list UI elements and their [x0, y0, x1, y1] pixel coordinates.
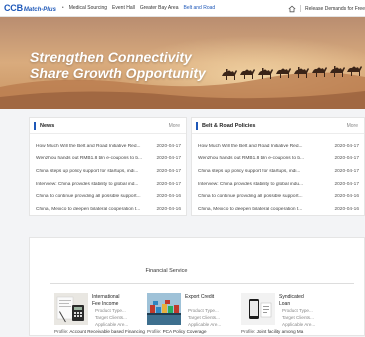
service-profile: Profile: Account Receivable based Financ…: [54, 329, 146, 335]
news-list: How Much Will the Belt and Road Initiati…: [30, 134, 186, 216]
financial-service-title: Financial Service: [145, 268, 188, 274]
policy-item-date: 2020-04-17: [334, 181, 359, 187]
profile-label: Profile:: [241, 329, 256, 334]
profile-text: PCA Policy Coverage: [162, 329, 207, 334]
news-title: News: [40, 122, 55, 129]
news-item-title: China, Mexico to deepen bilateral cooper…: [36, 206, 141, 212]
home-icon[interactable]: [288, 5, 296, 13]
top-navigation-bar: CCB Match-Plus • Medical Sourcing Event …: [0, 0, 365, 17]
news-item-date: 2020-04-17: [156, 143, 181, 149]
service-name: Export Credit: [185, 294, 215, 300]
policies-title: Belt & Road Policies: [202, 122, 256, 129]
list-item[interactable]: How Much Will the Belt and Road Initiati…: [192, 140, 364, 153]
list-item[interactable]: How Much Will the Belt and Road Initiati…: [30, 140, 186, 153]
news-item-title: How Much Will the Belt and Road Initiati…: [36, 143, 141, 149]
policy-item-date: 2020-04-17: [334, 156, 359, 162]
news-panel: News More How Much Will the Belt and Roa…: [29, 117, 187, 216]
nav-medical-sourcing[interactable]: Medical Sourcing: [69, 5, 107, 11]
main-nav: • Medical Sourcing Event Hall Greater Ba…: [62, 5, 215, 11]
hero-banner[interactable]: Strengthen Connectivity Share Growth Opp…: [0, 17, 365, 109]
news-item-date: 2020-04-16: [156, 206, 181, 212]
service-applicable-area: Applicable Are...: [95, 322, 129, 327]
service-thumbnail: [54, 293, 88, 325]
news-item-date: 2020-04-17: [156, 181, 181, 187]
service-target-clients: Target Clients...: [282, 315, 314, 320]
service-profile: Profile: Joint facility among Ma: [241, 329, 333, 335]
list-item[interactable]: China steps up policy support for startu…: [30, 165, 186, 178]
policy-item-title: How Much Will the Belt and Road Initiati…: [198, 143, 303, 149]
news-item-date: 2020-04-17: [156, 156, 181, 162]
nav-belt-and-road[interactable]: Belt and Road: [183, 5, 215, 11]
list-item[interactable]: China steps up policy support for startu…: [192, 165, 364, 178]
policies-header: Belt & Road Policies More: [192, 118, 364, 134]
service-card[interactable]: Syndicated Loan Product Type... Target C…: [241, 293, 333, 337]
banner-line-1: Strengthen Connectivity: [30, 49, 192, 65]
service-thumbnail: [241, 293, 275, 325]
list-item[interactable]: Wenzhou hands out RMB1.8 bln e-coupons t…: [30, 153, 186, 166]
list-item[interactable]: China to continue providing all possible…: [192, 190, 364, 203]
policy-item-title: China, Mexico to deepen bilateral cooper…: [198, 206, 303, 212]
news-item-date: 2020-04-16: [156, 194, 181, 200]
policy-item-title: Wenzhou hands out RMB1.8 bln e-coupons t…: [198, 156, 305, 162]
service-target-clients: Target Clients...: [188, 315, 220, 320]
service-target-clients: Target Clients...: [95, 315, 127, 320]
logo-ccb: CCB: [4, 3, 23, 13]
policy-item-date: 2020-04-17: [334, 143, 359, 149]
service-product-type: Product Type...: [188, 308, 219, 313]
policies-more-link[interactable]: More: [347, 123, 358, 129]
service-product-type: Product Type...: [282, 308, 313, 313]
profile-label: Profile:: [54, 329, 69, 334]
service-card[interactable]: Export Credit Product Type... Target Cli…: [147, 293, 239, 337]
service-profile: Profile: PCA Policy Coverage: [147, 329, 239, 335]
nav-event-hall[interactable]: Event Hall: [112, 5, 135, 11]
profile-label: Profile:: [147, 329, 162, 334]
divider: [299, 5, 301, 12]
service-thumbnail: [147, 293, 181, 325]
policy-item-date: 2020-04-16: [334, 206, 359, 212]
service-applicable-area: Applicable Are...: [188, 322, 222, 327]
logo[interactable]: CCB Match-Plus: [4, 3, 56, 13]
service-product-type: Product Type...: [95, 308, 126, 313]
release-demands-link[interactable]: Release Demands for Free: [305, 6, 365, 12]
list-item[interactable]: Interview: China provides stability to g…: [192, 178, 364, 191]
list-item[interactable]: Wenzhou hands out RMB1.8 bln e-coupons t…: [192, 153, 364, 166]
service-card[interactable]: International Fee Income Product Type...…: [54, 293, 146, 337]
nav-dot: •: [61, 5, 64, 11]
profile-text: Joint facility among Ma: [256, 329, 304, 334]
list-item[interactable]: China, Mexico to deepen bilateral cooper…: [30, 203, 186, 216]
news-item-title: China to continue providing all possible…: [36, 194, 141, 200]
banner-line-2: Share Growth Opportunity: [30, 65, 206, 81]
news-header: News More: [30, 118, 186, 134]
policy-item-title: China steps up policy support for startu…: [198, 168, 301, 174]
service-applicable-area: Applicable Are...: [282, 322, 316, 327]
top-right-actions: Release Demands for Free: [288, 0, 365, 17]
profile-text: Account Receivable based Financing: [69, 329, 145, 334]
policy-item-date: 2020-04-16: [334, 194, 359, 200]
logo-match-plus: Match-Plus: [23, 7, 56, 13]
banner-headline: Strengthen Connectivity Share Growth Opp…: [30, 49, 206, 81]
list-item[interactable]: China to continue providing all possible…: [30, 190, 186, 203]
policy-item-date: 2020-04-17: [334, 168, 359, 174]
nav-greater-bay-area[interactable]: Greater Bay Area: [140, 5, 179, 11]
news-more-link[interactable]: More: [169, 123, 180, 129]
divider: [50, 283, 354, 284]
news-item-date: 2020-04-17: [156, 168, 181, 174]
policy-item-title: Interview: China provides stability to g…: [198, 181, 304, 187]
service-name: International Fee Income: [92, 294, 120, 307]
news-item-title: Interview: China provides stability to g…: [36, 181, 139, 187]
list-item[interactable]: Interview: China provides stability to g…: [30, 178, 186, 191]
news-item-title: Wenzhou hands out RMB1.8 bln e-coupons t…: [36, 156, 143, 162]
accent-bar: [34, 121, 36, 130]
policies-panel: Belt & Road Policies More How Much Will …: [191, 117, 365, 216]
news-item-title: China steps up policy support for startu…: [36, 168, 139, 174]
accent-bar: [196, 121, 198, 130]
financial-service-section: Financial Service International Fee Inco…: [29, 237, 365, 336]
service-name: Syndicated Loan: [279, 294, 304, 307]
policies-list: How Much Will the Belt and Road Initiati…: [192, 134, 364, 216]
policy-item-title: China to continue providing all possible…: [198, 194, 303, 200]
list-item[interactable]: China, Mexico to deepen bilateral cooper…: [192, 203, 364, 216]
